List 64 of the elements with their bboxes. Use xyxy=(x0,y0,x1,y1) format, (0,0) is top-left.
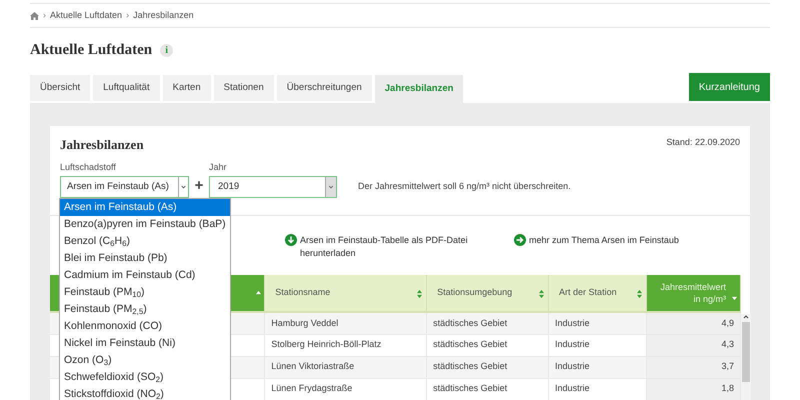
dropdown-option[interactable]: Arsen im Feinstaub (As) xyxy=(60,199,230,216)
arrow-right-icon[interactable] xyxy=(514,234,526,246)
table-cell: Lünen Frydagstraße xyxy=(264,378,427,400)
tab[interactable]: Karten xyxy=(162,75,211,101)
dropdown-option[interactable]: Kohlenmonoxid (CO) xyxy=(60,318,230,335)
dropdown-option[interactable]: Stickstoffdioxid (NO$_{2}$) xyxy=(60,386,230,400)
sort-icon[interactable] xyxy=(417,289,422,299)
table-cell: städtisches Gebiet xyxy=(426,334,549,356)
tab[interactable]: Übersicht xyxy=(30,75,90,101)
table-cell: Industrie xyxy=(548,312,646,334)
scroll-up-icon[interactable] xyxy=(743,314,749,320)
table-cell: städtisches Gebiet xyxy=(426,356,549,378)
scrollbar[interactable] xyxy=(741,314,751,400)
date-label: Stand: 22.09.2020 xyxy=(666,136,740,149)
dropdown-option[interactable]: Feinstaub (PM$_{2,5}$) xyxy=(60,301,230,318)
tab[interactable]: Überschreitungen xyxy=(276,75,372,101)
chevron-icon xyxy=(325,177,336,197)
table-cell: Hamburg Veddel xyxy=(264,312,427,334)
breadcrumb-link[interactable]: Aktuelle Luftdaten xyxy=(50,8,122,22)
dropdown-option[interactable]: Blei im Feinstaub (Pb) xyxy=(60,250,230,267)
sort-icon[interactable] xyxy=(539,289,544,299)
sort-ascending-icon[interactable] xyxy=(256,290,262,295)
field-label: Luftschadstoff xyxy=(60,160,117,174)
link[interactable]: mehr zum Thema Arsen im Feinstaub xyxy=(529,234,679,247)
dropdown-option[interactable]: Benzo(a)pyren im Feinstaub (BaP) xyxy=(60,216,230,233)
pollutant-select[interactable]: Arsen im Feinstaub (As) xyxy=(60,176,189,198)
dropdown-option[interactable]: Nickel im Feinstaub (Ni) xyxy=(60,335,230,352)
field-label: Jahr xyxy=(209,160,228,174)
limit-note: Der Jahresmittelwert soll 6 ng/m³ nicht überschreiten. xyxy=(358,180,571,193)
table-cell: 3,7 xyxy=(646,356,740,378)
column-header[interactable]: Stationsname xyxy=(264,275,427,312)
table-cell: städtisches Gebiet xyxy=(426,312,549,334)
dropdown-option[interactable]: Cadmium im Feinstaub (Cd) xyxy=(60,267,230,284)
link[interactable]: Arsen im Feinstaub-Tabelle als PDF-Datei herunterladen xyxy=(300,234,480,260)
breadcrumb-separator: › xyxy=(126,8,130,22)
tab[interactable]: Jahresbilanzen xyxy=(374,75,464,103)
breadcrumb-separator: › xyxy=(43,8,46,22)
table-cell: 4,9 xyxy=(646,312,740,334)
table-cell: 4,3 xyxy=(646,334,740,356)
dropdown-option[interactable]: Ozon (O$_{3}$) xyxy=(60,352,230,369)
table-cell: städtisches Gebiet xyxy=(426,378,549,400)
plus-icon[interactable]: + xyxy=(189,176,209,198)
dropdown-option[interactable]: Schwefeldioxid (SO$_{2}$) xyxy=(60,369,230,386)
column-header[interactable]: Art der Station xyxy=(548,275,646,312)
card-title: Jahresbilanzen xyxy=(60,136,144,154)
dropdown-option[interactable]: Benzol (C$_{6}$H$_{6}$) xyxy=(60,233,230,250)
table-cell: Industrie xyxy=(548,334,646,356)
sort-icon[interactable] xyxy=(636,289,642,299)
table-cell: Lünen Viktoriastraße xyxy=(264,356,427,378)
page-title: Aktuelle Luftdaten xyxy=(30,40,152,60)
table-cell: Stolberg Heinrich-Böll-Platz xyxy=(264,334,427,356)
tab[interactable]: Luftqualität xyxy=(93,75,160,101)
guide-button[interactable]: Kurzanleitung xyxy=(688,73,770,101)
table-cell: Industrie xyxy=(548,378,646,400)
download-icon[interactable] xyxy=(285,234,297,246)
tab[interactable]: Stationen xyxy=(214,75,274,101)
breadcrumb-link[interactable]: Jahresbilanzen xyxy=(133,8,194,22)
year-select[interactable]: 2019 xyxy=(209,176,337,198)
home-icon[interactable] xyxy=(30,12,39,20)
table-cell: Industrie xyxy=(548,356,646,378)
dropdown-option[interactable]: Feinstaub (PM$_{10}$) xyxy=(60,284,230,301)
sort-descending-icon[interactable] xyxy=(732,296,737,301)
column-header[interactable]: Stationsumgebung xyxy=(426,275,549,312)
table-cell: 1,8 xyxy=(646,378,740,400)
